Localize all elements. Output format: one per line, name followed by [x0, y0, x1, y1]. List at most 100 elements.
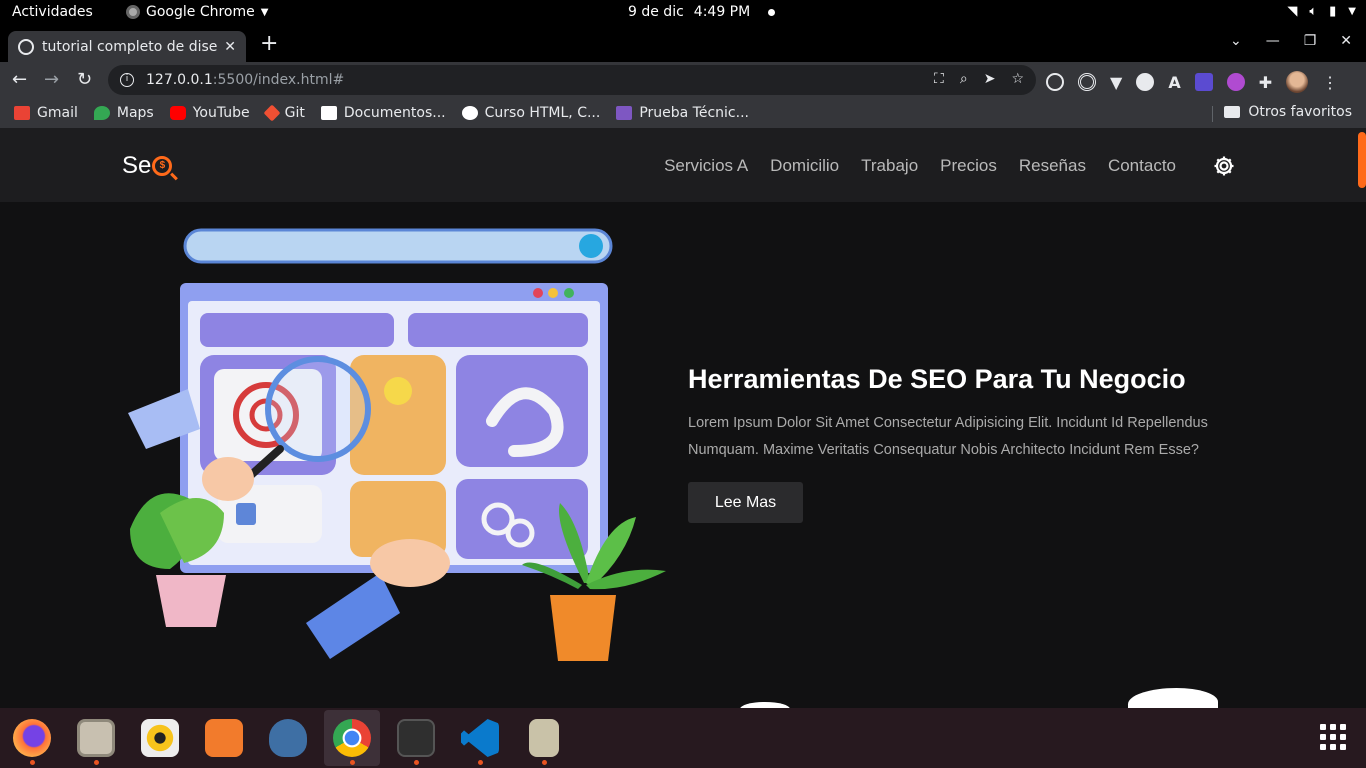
other-bookmarks[interactable]: Otros favoritos: [1224, 104, 1352, 120]
dock-software[interactable]: [196, 710, 252, 766]
site-nav: Servicios A Domicilio Trabajo Precios Re…: [664, 156, 1176, 176]
dock-firefox[interactable]: [4, 710, 60, 766]
bookmark-label: Maps: [116, 105, 154, 121]
running-indicator: [477, 760, 483, 765]
angular-icon[interactable]: A: [1168, 73, 1180, 92]
maximize-button[interactable]: ❐: [1304, 33, 1317, 49]
running-indicator: [349, 760, 355, 765]
menu-kebab-icon[interactable]: ⋮: [1322, 73, 1338, 92]
nav-resenas[interactable]: Reseñas: [1019, 156, 1086, 176]
web-page: Se $ Servicios A Domicilio Trabajo Preci…: [0, 128, 1366, 708]
caret-down-icon: ▼: [260, 6, 269, 18]
address-bar[interactable]: i 127.0.0.1:5500/index.html# ⛶ ⌕ ➤ ☆: [108, 65, 1036, 95]
reload-button[interactable]: ↻: [77, 69, 92, 90]
profile-avatar[interactable]: [1286, 71, 1309, 93]
bookmark-star-icon[interactable]: ☆: [1011, 71, 1024, 87]
dock-files[interactable]: [68, 710, 124, 766]
app-menu-label: Google Chrome: [146, 4, 255, 20]
dock-vscode[interactable]: [452, 710, 508, 766]
send-icon[interactable]: ➤: [984, 71, 996, 87]
dock-chrome[interactable]: [324, 710, 380, 766]
clock[interactable]: 9 de dic 4:49 PM: [628, 4, 776, 20]
hero-text: Lorem Ipsum Dolor Sit Amet Consectetur A…: [688, 415, 1208, 458]
bookmark-curso[interactable]: Curso HTML, C...: [461, 105, 601, 121]
page-scrollbar[interactable]: [1358, 132, 1366, 188]
vue-devtools-icon[interactable]: ▼: [1110, 73, 1122, 92]
bookmark-documentos[interactable]: Documentos...: [320, 105, 446, 121]
tab-active[interactable]: tutorial completo de diser ✕: [8, 31, 246, 62]
extension-target-icon[interactable]: [1078, 73, 1096, 91]
bookmark-youtube[interactable]: YouTube: [169, 105, 250, 121]
read-more-button[interactable]: Lee Mas: [688, 482, 803, 523]
app-menu[interactable]: Google Chrome ▼: [126, 4, 268, 20]
tab-search-icon[interactable]: ⌄: [1230, 33, 1242, 49]
dock-archive[interactable]: [516, 710, 572, 766]
zoom-icon[interactable]: ⌕: [960, 71, 968, 87]
desktop: Actividades Google Chrome ▼ 9 de dic 4:4…: [0, 0, 1366, 768]
logo-text: Se: [122, 152, 152, 179]
firefox-icon: [13, 719, 51, 757]
globe-icon: [18, 38, 34, 55]
bookmark-maps[interactable]: Maps: [93, 105, 154, 121]
tab-title: tutorial completo de diser: [42, 38, 219, 55]
volume-icon: 🔈︎: [1309, 4, 1318, 19]
window-controls: ⌄ — ❐ ✕: [1230, 33, 1352, 49]
close-tab-icon[interactable]: ✕: [224, 39, 236, 55]
nav-precios[interactable]: Precios: [940, 156, 997, 176]
running-indicator: [413, 760, 419, 765]
caret-down-icon: ▼: [1348, 6, 1356, 17]
battery-icon: ▮: [1329, 4, 1337, 19]
color-picker-icon[interactable]: [1194, 73, 1213, 91]
dock-terminal[interactable]: [388, 710, 444, 766]
url-path: :5500/index.html#: [212, 72, 345, 88]
show-apps-icon[interactable]: [1320, 724, 1346, 750]
puzzle-icon[interactable]: ✚: [1259, 73, 1272, 92]
clock-time: 4:49 PM: [693, 4, 751, 20]
activities-button[interactable]: Actividades: [12, 4, 93, 20]
bookmark-label: Prueba Técnic...: [639, 105, 749, 121]
bookmark-prueba[interactable]: Prueba Técnic...: [616, 105, 749, 121]
bookmark-label: YouTube: [192, 105, 250, 121]
folder-icon: [1224, 106, 1241, 118]
archive-icon: [529, 719, 559, 757]
bookmarks-bar: Gmail Maps YouTube Git Documentos... Cur…: [0, 98, 1366, 128]
minimize-button[interactable]: —: [1266, 33, 1280, 49]
nav-domicilio[interactable]: Domicilio: [770, 156, 839, 176]
react-devtools-icon[interactable]: [1046, 73, 1064, 91]
gear-icon[interactable]: [1212, 154, 1236, 178]
omnibox-actions: ⛶ ⌕ ➤ ☆: [934, 71, 1024, 87]
close-window-button[interactable]: ✕: [1340, 33, 1352, 49]
system-menu[interactable]: ◥ 🔈︎ ▮ ▼: [1287, 4, 1356, 19]
maps-icon: [93, 106, 110, 120]
bookmark-label: Gmail: [37, 105, 78, 121]
bookmark-gmail[interactable]: Gmail: [14, 105, 78, 121]
nav-contacto[interactable]: Contacto: [1108, 156, 1176, 176]
running-indicator: [541, 760, 547, 765]
site-logo[interactable]: Se $: [122, 152, 173, 180]
dock-rhythmbox[interactable]: [132, 710, 188, 766]
translate-icon[interactable]: ⛶: [934, 71, 944, 87]
site-info-icon[interactable]: i: [120, 73, 134, 87]
bookmark-label: Curso HTML, C...: [484, 105, 601, 121]
new-tab-button[interactable]: +: [260, 31, 278, 56]
notification-dot-icon: [768, 8, 776, 16]
bookmark-label: Documentos...: [343, 105, 446, 121]
extension-gem-icon[interactable]: [1226, 73, 1245, 91]
running-indicator: [93, 760, 99, 765]
bookmark-label: Git: [284, 105, 305, 121]
nav-servicios[interactable]: Servicios A: [664, 156, 748, 176]
decorative-wave: [1128, 688, 1218, 708]
back-button[interactable]: ←: [12, 69, 27, 90]
dock-pgadmin[interactable]: [260, 710, 316, 766]
nav-trabajo[interactable]: Trabajo: [861, 156, 918, 176]
vscode-icon: [461, 719, 499, 757]
magnifier-dollar-icon: $: [152, 156, 173, 176]
forward-button[interactable]: →: [44, 69, 59, 90]
extension-mask-icon[interactable]: [1136, 73, 1155, 91]
wifi-icon: ◥: [1287, 4, 1298, 19]
url-host: 127.0.0.1: [146, 72, 213, 88]
bookmark-git[interactable]: Git: [263, 104, 305, 122]
chrome-icon: [126, 5, 140, 19]
git-icon: [263, 104, 281, 122]
youtube-icon: [169, 106, 186, 120]
